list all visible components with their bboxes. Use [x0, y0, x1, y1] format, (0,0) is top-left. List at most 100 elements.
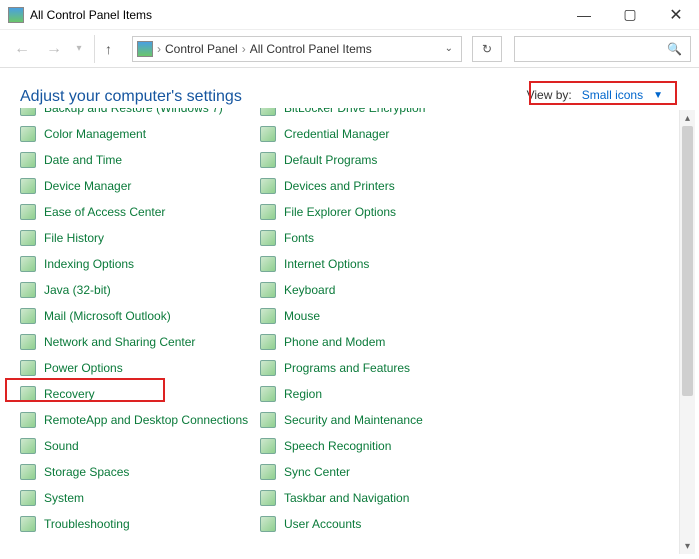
- refresh-button[interactable]: ↻: [472, 36, 502, 62]
- cp-item-fonts[interactable]: Fonts: [260, 225, 500, 251]
- cp-item-label: User Accounts: [284, 517, 361, 531]
- internet-options-icon: [260, 256, 276, 272]
- cp-item-mail-microsoft-outlook[interactable]: Mail (Microsoft Outlook): [20, 303, 260, 329]
- scroll-track[interactable]: [680, 126, 695, 538]
- cp-item-label: Keyboard: [284, 283, 335, 297]
- cp-item-label: Troubleshooting: [44, 517, 130, 531]
- mouse-icon: [260, 308, 276, 324]
- close-button[interactable]: ✕: [653, 0, 699, 30]
- scroll-thumb[interactable]: [682, 126, 693, 396]
- color-management-icon: [20, 126, 36, 142]
- programs-and-features-icon: [260, 360, 276, 376]
- address-bar[interactable]: › Control Panel › All Control Panel Item…: [132, 36, 462, 62]
- search-icon: 🔍: [667, 42, 682, 56]
- cp-item-file-explorer-options[interactable]: File Explorer Options: [260, 199, 500, 225]
- cp-item-ease-of-access-center[interactable]: Ease of Access Center: [20, 199, 260, 225]
- cp-item-label: Java (32-bit): [44, 283, 111, 297]
- backup-and-restore-windows-7-icon: [20, 108, 36, 116]
- cp-item-network-and-sharing-center[interactable]: Network and Sharing Center: [20, 329, 260, 355]
- cp-item-programs-and-features[interactable]: Programs and Features: [260, 355, 500, 381]
- cp-item-label: RemoteApp and Desktop Connections: [44, 413, 248, 427]
- content-area: Adjust your computer's settings View by:…: [0, 68, 699, 558]
- breadcrumb-part[interactable]: Control Panel: [165, 42, 238, 56]
- minimize-button[interactable]: —: [561, 0, 607, 30]
- region-icon: [260, 386, 276, 402]
- window-title: All Control Panel Items: [30, 8, 152, 22]
- toolbar: ← → ▾ ↑ › Control Panel › All Control Pa…: [0, 30, 699, 68]
- cp-item-backup-and-restore-windows-7[interactable]: Backup and Restore (Windows 7): [20, 108, 260, 121]
- cp-item-mouse[interactable]: Mouse: [260, 303, 500, 329]
- cp-item-label: Internet Options: [284, 257, 369, 271]
- cp-item-security-and-maintenance[interactable]: Security and Maintenance: [260, 407, 500, 433]
- cp-item-device-manager[interactable]: Device Manager: [20, 173, 260, 199]
- cp-item-internet-options[interactable]: Internet Options: [260, 251, 500, 277]
- cp-item-troubleshooting[interactable]: Troubleshooting: [20, 511, 260, 537]
- cp-item-label: Region: [284, 387, 322, 401]
- bitlocker-drive-encryption-icon: [260, 108, 276, 116]
- indexing-options-icon: [20, 256, 36, 272]
- cp-item-user-accounts[interactable]: User Accounts: [260, 511, 500, 537]
- device-manager-icon: [20, 178, 36, 194]
- recovery-icon: [20, 386, 36, 402]
- search-input[interactable]: 🔍: [514, 36, 691, 62]
- file-explorer-options-icon: [260, 204, 276, 220]
- cp-item-power-options[interactable]: Power Options: [20, 355, 260, 381]
- file-history-icon: [20, 230, 36, 246]
- back-button[interactable]: ←: [8, 35, 36, 63]
- cp-item-label: Storage Spaces: [44, 465, 129, 479]
- cp-item-color-management[interactable]: Color Management: [20, 121, 260, 147]
- cp-item-credential-manager[interactable]: Credential Manager: [260, 121, 500, 147]
- cp-item-label: Power Options: [44, 361, 123, 375]
- history-dropdown[interactable]: ▾: [72, 35, 86, 63]
- cp-item-sound[interactable]: Sound: [20, 433, 260, 459]
- control-panel-icon: [8, 7, 24, 23]
- cp-item-keyboard[interactable]: Keyboard: [260, 277, 500, 303]
- system-icon: [20, 490, 36, 506]
- cp-item-system[interactable]: System: [20, 485, 260, 511]
- cp-item-taskbar-and-navigation[interactable]: Taskbar and Navigation: [260, 485, 500, 511]
- ease-of-access-center-icon: [20, 204, 36, 220]
- cp-item-java-32-bit[interactable]: Java (32-bit): [20, 277, 260, 303]
- cp-item-label: File History: [44, 231, 104, 245]
- cp-item-label: Backup and Restore (Windows 7): [44, 108, 223, 115]
- cp-item-label: Taskbar and Navigation: [284, 491, 409, 505]
- scroll-up-button[interactable]: ▴: [680, 110, 695, 126]
- cp-item-label: Device Manager: [44, 179, 131, 193]
- cp-item-label: BitLocker Drive Encryption: [284, 108, 425, 115]
- maximize-button[interactable]: ▢: [607, 0, 653, 30]
- sync-center-icon: [260, 464, 276, 480]
- cp-item-indexing-options[interactable]: Indexing Options: [20, 251, 260, 277]
- cp-item-label: Indexing Options: [44, 257, 134, 271]
- cp-item-recovery[interactable]: Recovery: [20, 381, 260, 407]
- cp-item-phone-and-modem[interactable]: Phone and Modem: [260, 329, 500, 355]
- taskbar-and-navigation-icon: [260, 490, 276, 506]
- cp-item-file-history[interactable]: File History: [20, 225, 260, 251]
- breadcrumb-part[interactable]: All Control Panel Items: [250, 42, 372, 56]
- cp-item-storage-spaces[interactable]: Storage Spaces: [20, 459, 260, 485]
- cp-item-label: System: [44, 491, 84, 505]
- cp-item-sync-center[interactable]: Sync Center: [260, 459, 500, 485]
- mail-microsoft-outlook-icon: [20, 308, 36, 324]
- cp-item-bitlocker-drive-encryption[interactable]: BitLocker Drive Encryption: [260, 108, 500, 121]
- devices-and-printers-icon: [260, 178, 276, 194]
- scroll-down-button[interactable]: ▾: [680, 538, 695, 554]
- up-button[interactable]: ↑: [94, 35, 122, 63]
- sound-icon: [20, 438, 36, 454]
- cp-item-devices-and-printers[interactable]: Devices and Printers: [260, 173, 500, 199]
- cp-item-label: Recovery: [44, 387, 95, 401]
- cp-item-remoteapp-and-desktop-connections[interactable]: RemoteApp and Desktop Connections: [20, 407, 260, 433]
- cp-item-date-and-time[interactable]: Date and Time: [20, 147, 260, 173]
- forward-button[interactable]: →: [40, 35, 68, 63]
- network-and-sharing-center-icon: [20, 334, 36, 350]
- cp-item-default-programs[interactable]: Default Programs: [260, 147, 500, 173]
- keyboard-icon: [260, 282, 276, 298]
- address-dropdown[interactable]: ⌄: [441, 43, 457, 54]
- cp-item-label: Default Programs: [284, 153, 377, 167]
- cp-item-label: Date and Time: [44, 153, 122, 167]
- view-by-selector[interactable]: View by: Small icons ▼: [521, 86, 669, 104]
- cp-item-region[interactable]: Region: [260, 381, 500, 407]
- cp-item-speech-recognition[interactable]: Speech Recognition: [260, 433, 500, 459]
- phone-and-modem-icon: [260, 334, 276, 350]
- credential-manager-icon: [260, 126, 276, 142]
- vertical-scrollbar[interactable]: ▴ ▾: [679, 110, 695, 554]
